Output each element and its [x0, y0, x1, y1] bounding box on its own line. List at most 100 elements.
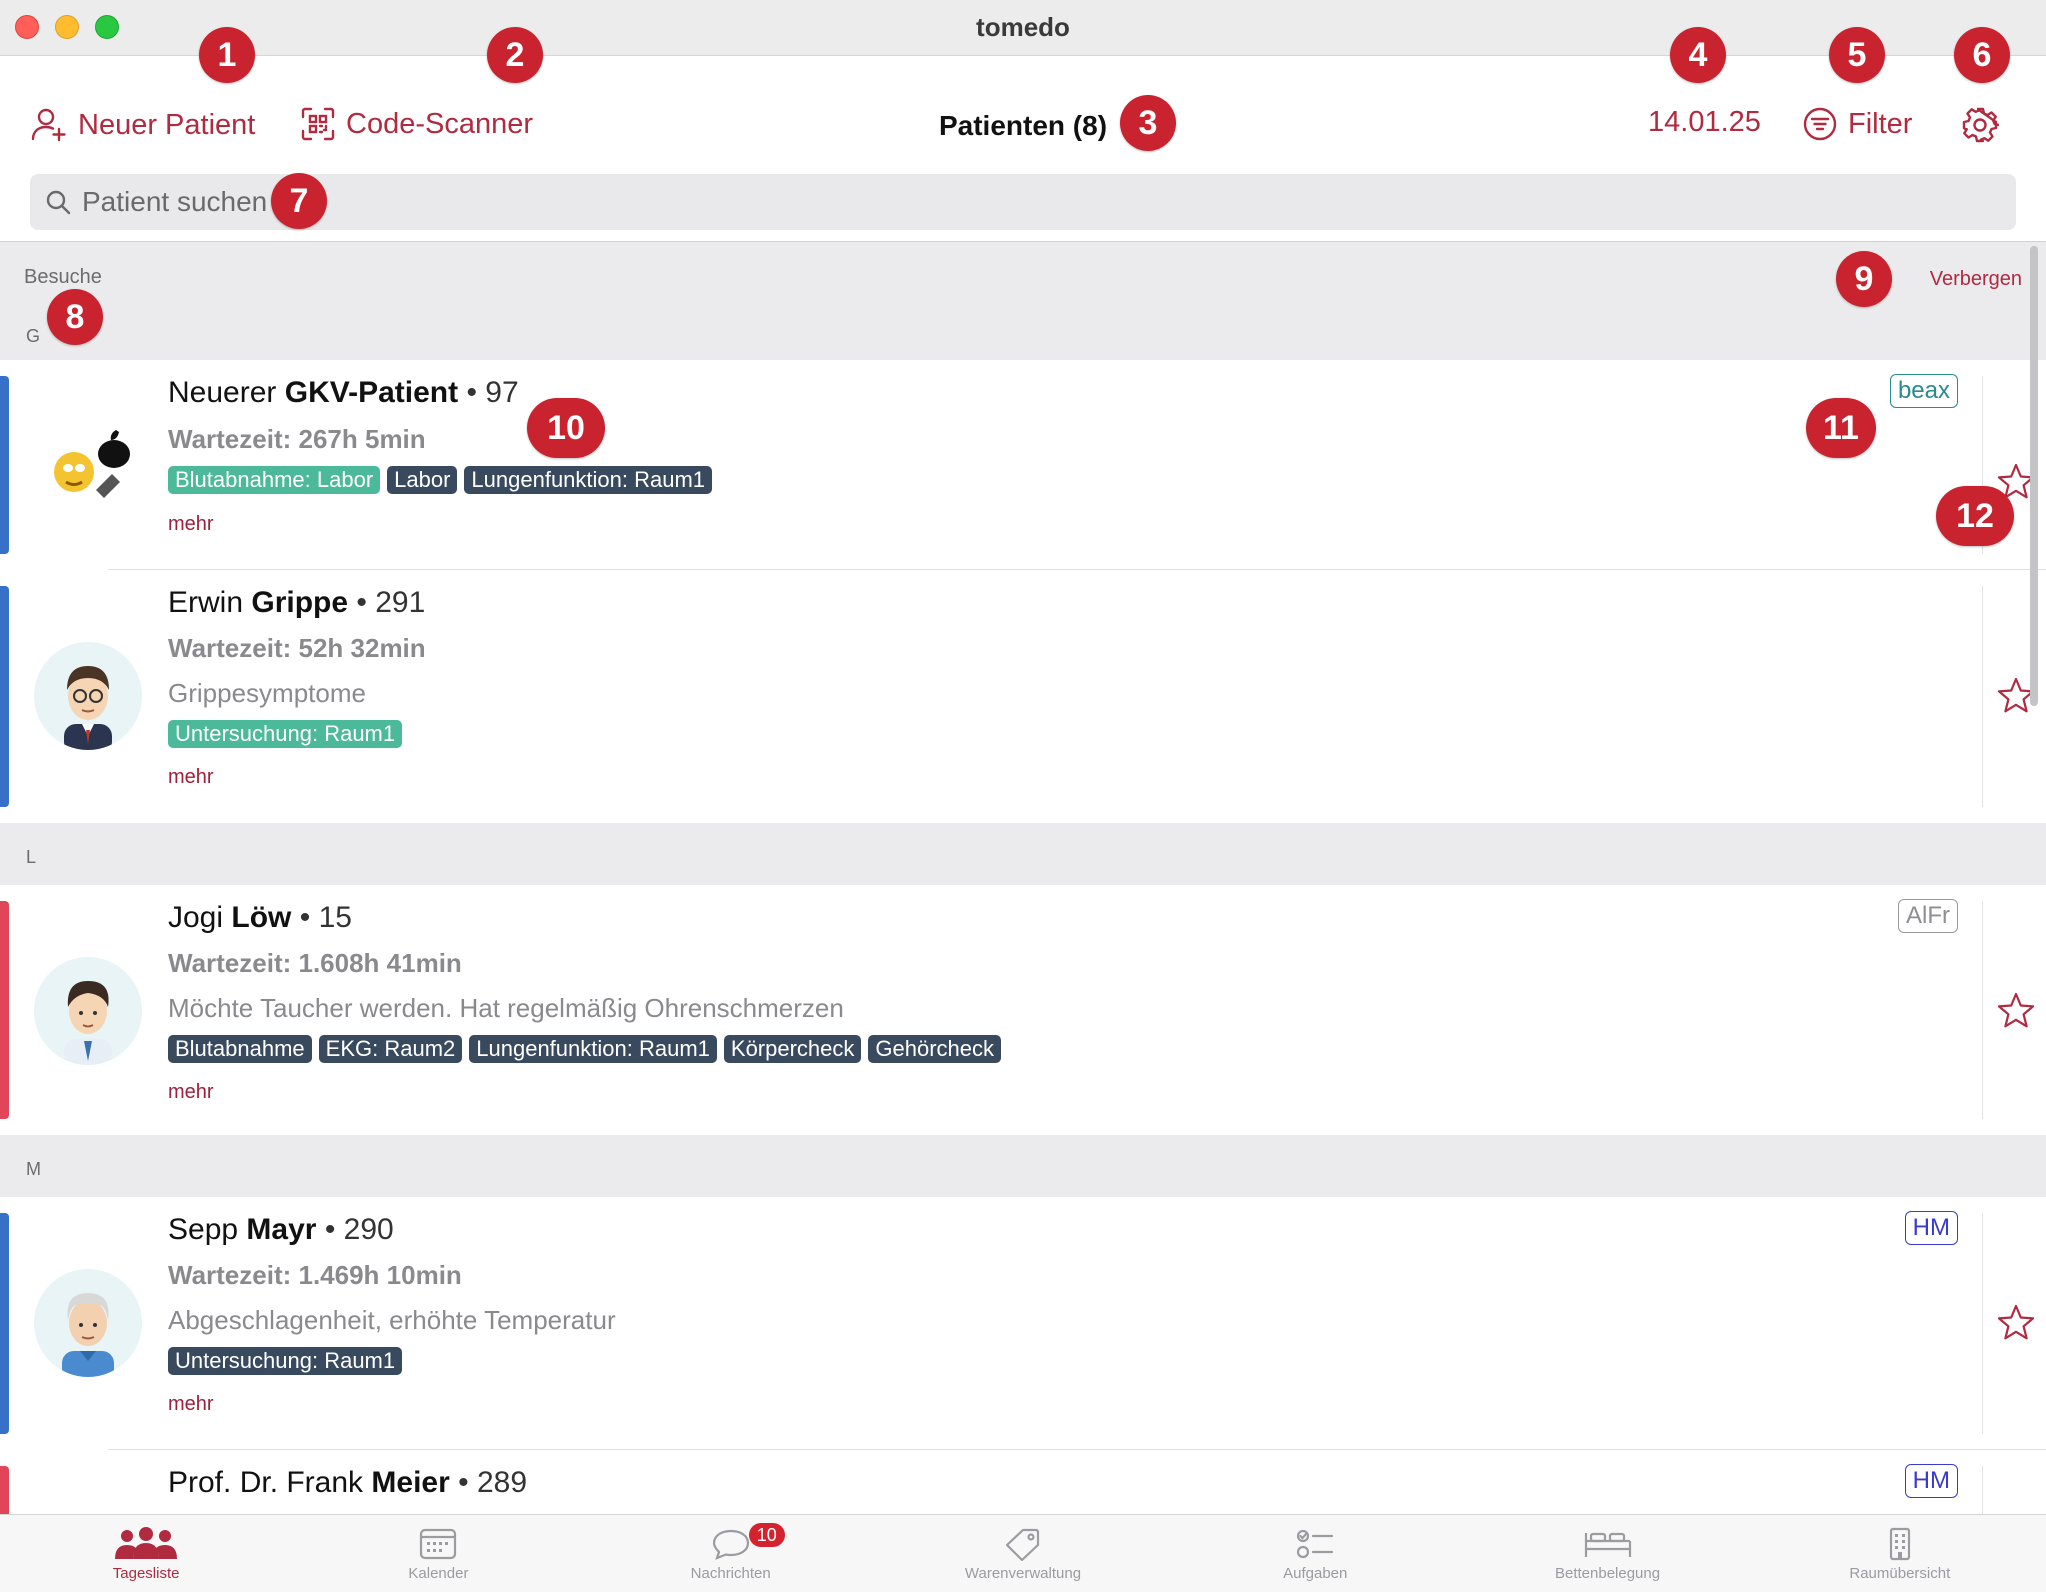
- patient-row[interactable]: Jogi Löw • 15 Wartezeit: 1.608h 41min Mö…: [0, 885, 2046, 1135]
- waiting-time: Wartezeit: 52h 32min: [168, 633, 426, 663]
- avatar: [34, 957, 142, 1065]
- settings-button[interactable]: [1961, 106, 1999, 144]
- avatar: [34, 1269, 142, 1377]
- patient-list[interactable]: Besuche G Verbergen Neuerer GKV-Patient …: [0, 241, 2046, 1515]
- waiting-time: Wartezeit: 1.469h 10min: [168, 1260, 462, 1290]
- annotation-marker: 8: [47, 289, 103, 345]
- annotation-marker: 5: [1829, 27, 1885, 83]
- tag[interactable]: Blutabnahme: Labor: [168, 466, 381, 494]
- tab-aufgaben[interactable]: Aufgaben: [1169, 1515, 1461, 1592]
- patient-row[interactable]: Prof. Dr. Frank Meier • 289 HM: [0, 1450, 2046, 1515]
- user-badge: HM: [1904, 1211, 1958, 1245]
- tab-raumuebersicht[interactable]: Raumübersicht: [1754, 1515, 2046, 1592]
- tag[interactable]: EKG: Raum2: [318, 1035, 463, 1063]
- annotation-marker: 10: [527, 398, 605, 458]
- avatar: [34, 642, 142, 750]
- elderly-person-avatar-icon: [62, 1293, 114, 1377]
- tag[interactable]: Lungenfunktion: Raum1: [464, 466, 713, 494]
- tab-tagesliste[interactable]: Tagesliste: [0, 1515, 292, 1592]
- patient-row[interactable]: Erwin Grippe • 291 Wartezeit: 52h 32min …: [0, 570, 2046, 823]
- title-bar: tomedo: [0, 0, 2046, 56]
- status-bar: [0, 1213, 9, 1434]
- status-bar: [0, 586, 9, 807]
- tag[interactable]: Labor: [387, 466, 458, 494]
- tab-label: Raumübersicht: [1849, 1565, 1951, 1582]
- patient-number: • 15: [299, 901, 352, 934]
- more-link[interactable]: mehr: [168, 766, 214, 789]
- tab-label: Warenverwaltung: [964, 1565, 1082, 1582]
- section-header-m: M: [0, 1135, 2046, 1197]
- patient-name: Sepp Mayr • 290: [168, 1213, 394, 1247]
- people-icon: [115, 1527, 178, 1559]
- tab-bar: Tagesliste Kalender 10 Nachrichten Waren…: [0, 1514, 2046, 1592]
- first-name: Sepp: [168, 1213, 239, 1246]
- user-badge: beax: [1889, 374, 1958, 408]
- window-title: tomedo: [976, 12, 1070, 42]
- gear-icon: [1962, 107, 1999, 143]
- person-avatar-icon: [64, 981, 112, 1065]
- annotation-marker: 6: [1954, 27, 2010, 83]
- first-name: Prof. Dr. Frank: [168, 1466, 364, 1499]
- last-name: Meier: [371, 1466, 450, 1499]
- patient-search-field[interactable]: Patient suchen: [30, 174, 2016, 230]
- user-badge: AlFr: [1898, 899, 1958, 933]
- annotation-marker: 2: [487, 27, 543, 83]
- tag[interactable]: Blutabnahme: [168, 1035, 312, 1063]
- annotation-marker: 4: [1670, 27, 1726, 83]
- last-name: Löw: [231, 901, 292, 934]
- tab-warenverwaltung[interactable]: Warenverwaltung: [877, 1515, 1169, 1592]
- last-name: Mayr: [246, 1213, 317, 1246]
- patient-number: • 97: [466, 376, 519, 409]
- status-bar: [0, 901, 9, 1119]
- tag[interactable]: Lungenfunktion: Raum1: [469, 1035, 717, 1063]
- date-label: 14.01.25: [1648, 106, 1761, 138]
- visit-reason: Grippesymptome: [168, 678, 366, 708]
- star-icon[interactable]: [1994, 1301, 2038, 1345]
- app-window: tomedo Neuer Patient Code-Scanner Patien…: [0, 0, 2046, 1592]
- tag[interactable]: Körpercheck: [723, 1035, 862, 1063]
- checklist-icon: [1297, 1529, 1334, 1559]
- filter-button[interactable]: Filter: [1802, 106, 1912, 142]
- calendar-icon: [420, 1528, 457, 1560]
- scrollbar[interactable]: [2030, 246, 2038, 706]
- more-link[interactable]: mehr: [168, 513, 214, 536]
- section-letter: L: [26, 847, 37, 867]
- building-icon: [1889, 1527, 1910, 1561]
- status-bar: [0, 376, 9, 554]
- annotation-marker: 11: [1806, 398, 1876, 458]
- patient-row[interactable]: Neuerer GKV-Patient • 97 Wartezeit: 267h…: [0, 360, 2046, 570]
- tab-label: Nachrichten: [690, 1565, 771, 1582]
- filter-icon: [1803, 107, 1837, 141]
- visit-reason: Abgeschlagenheit, erhöhte Temperatur: [168, 1305, 616, 1335]
- patient-name: Prof. Dr. Frank Meier • 289: [168, 1466, 527, 1500]
- waiting-time: Wartezeit: 1.608h 41min: [168, 948, 462, 978]
- tag[interactable]: Untersuchung: Raum1: [168, 720, 403, 748]
- annotation-marker: 1: [199, 27, 255, 83]
- section-header-l: L: [0, 823, 2046, 885]
- patient-row[interactable]: Sepp Mayr • 290 Wartezeit: 1.469h 10min …: [0, 1197, 2046, 1450]
- tab-label: Tagesliste: [112, 1565, 180, 1582]
- hide-visits-button[interactable]: Verbergen: [1930, 268, 2022, 291]
- divider: [1982, 1213, 1983, 1434]
- tag-list: Untersuchung: Raum1: [168, 1347, 403, 1375]
- tag[interactable]: Untersuchung: Raum1: [168, 1347, 403, 1375]
- date-button[interactable]: 14.01.25: [1648, 106, 1761, 139]
- patient-name: Jogi Löw • 15: [168, 901, 352, 935]
- more-link[interactable]: mehr: [168, 1081, 214, 1104]
- patient-number: • 291: [356, 586, 426, 619]
- first-name: Jogi: [168, 901, 224, 934]
- patient-number: • 290: [324, 1213, 394, 1246]
- search-icon: [46, 190, 71, 215]
- tag-list: Blutabnahme: Labor Labor Lungenfunktion:…: [168, 466, 713, 494]
- tab-bettenbelegung[interactable]: Bettenbelegung: [1461, 1515, 1753, 1592]
- tag[interactable]: Gehörcheck: [868, 1035, 1002, 1063]
- divider: [1982, 901, 1983, 1119]
- emoji-avatar-icon: [54, 430, 130, 498]
- tab-kalender[interactable]: Kalender: [292, 1515, 584, 1592]
- star-icon[interactable]: [1994, 989, 2038, 1033]
- more-link[interactable]: mehr: [168, 1393, 214, 1416]
- last-name: Grippe: [251, 586, 349, 619]
- patient-number: • 289: [458, 1466, 528, 1499]
- tab-nachrichten[interactable]: 10 Nachrichten: [585, 1515, 877, 1592]
- unread-count-badge: 10: [748, 1523, 785, 1547]
